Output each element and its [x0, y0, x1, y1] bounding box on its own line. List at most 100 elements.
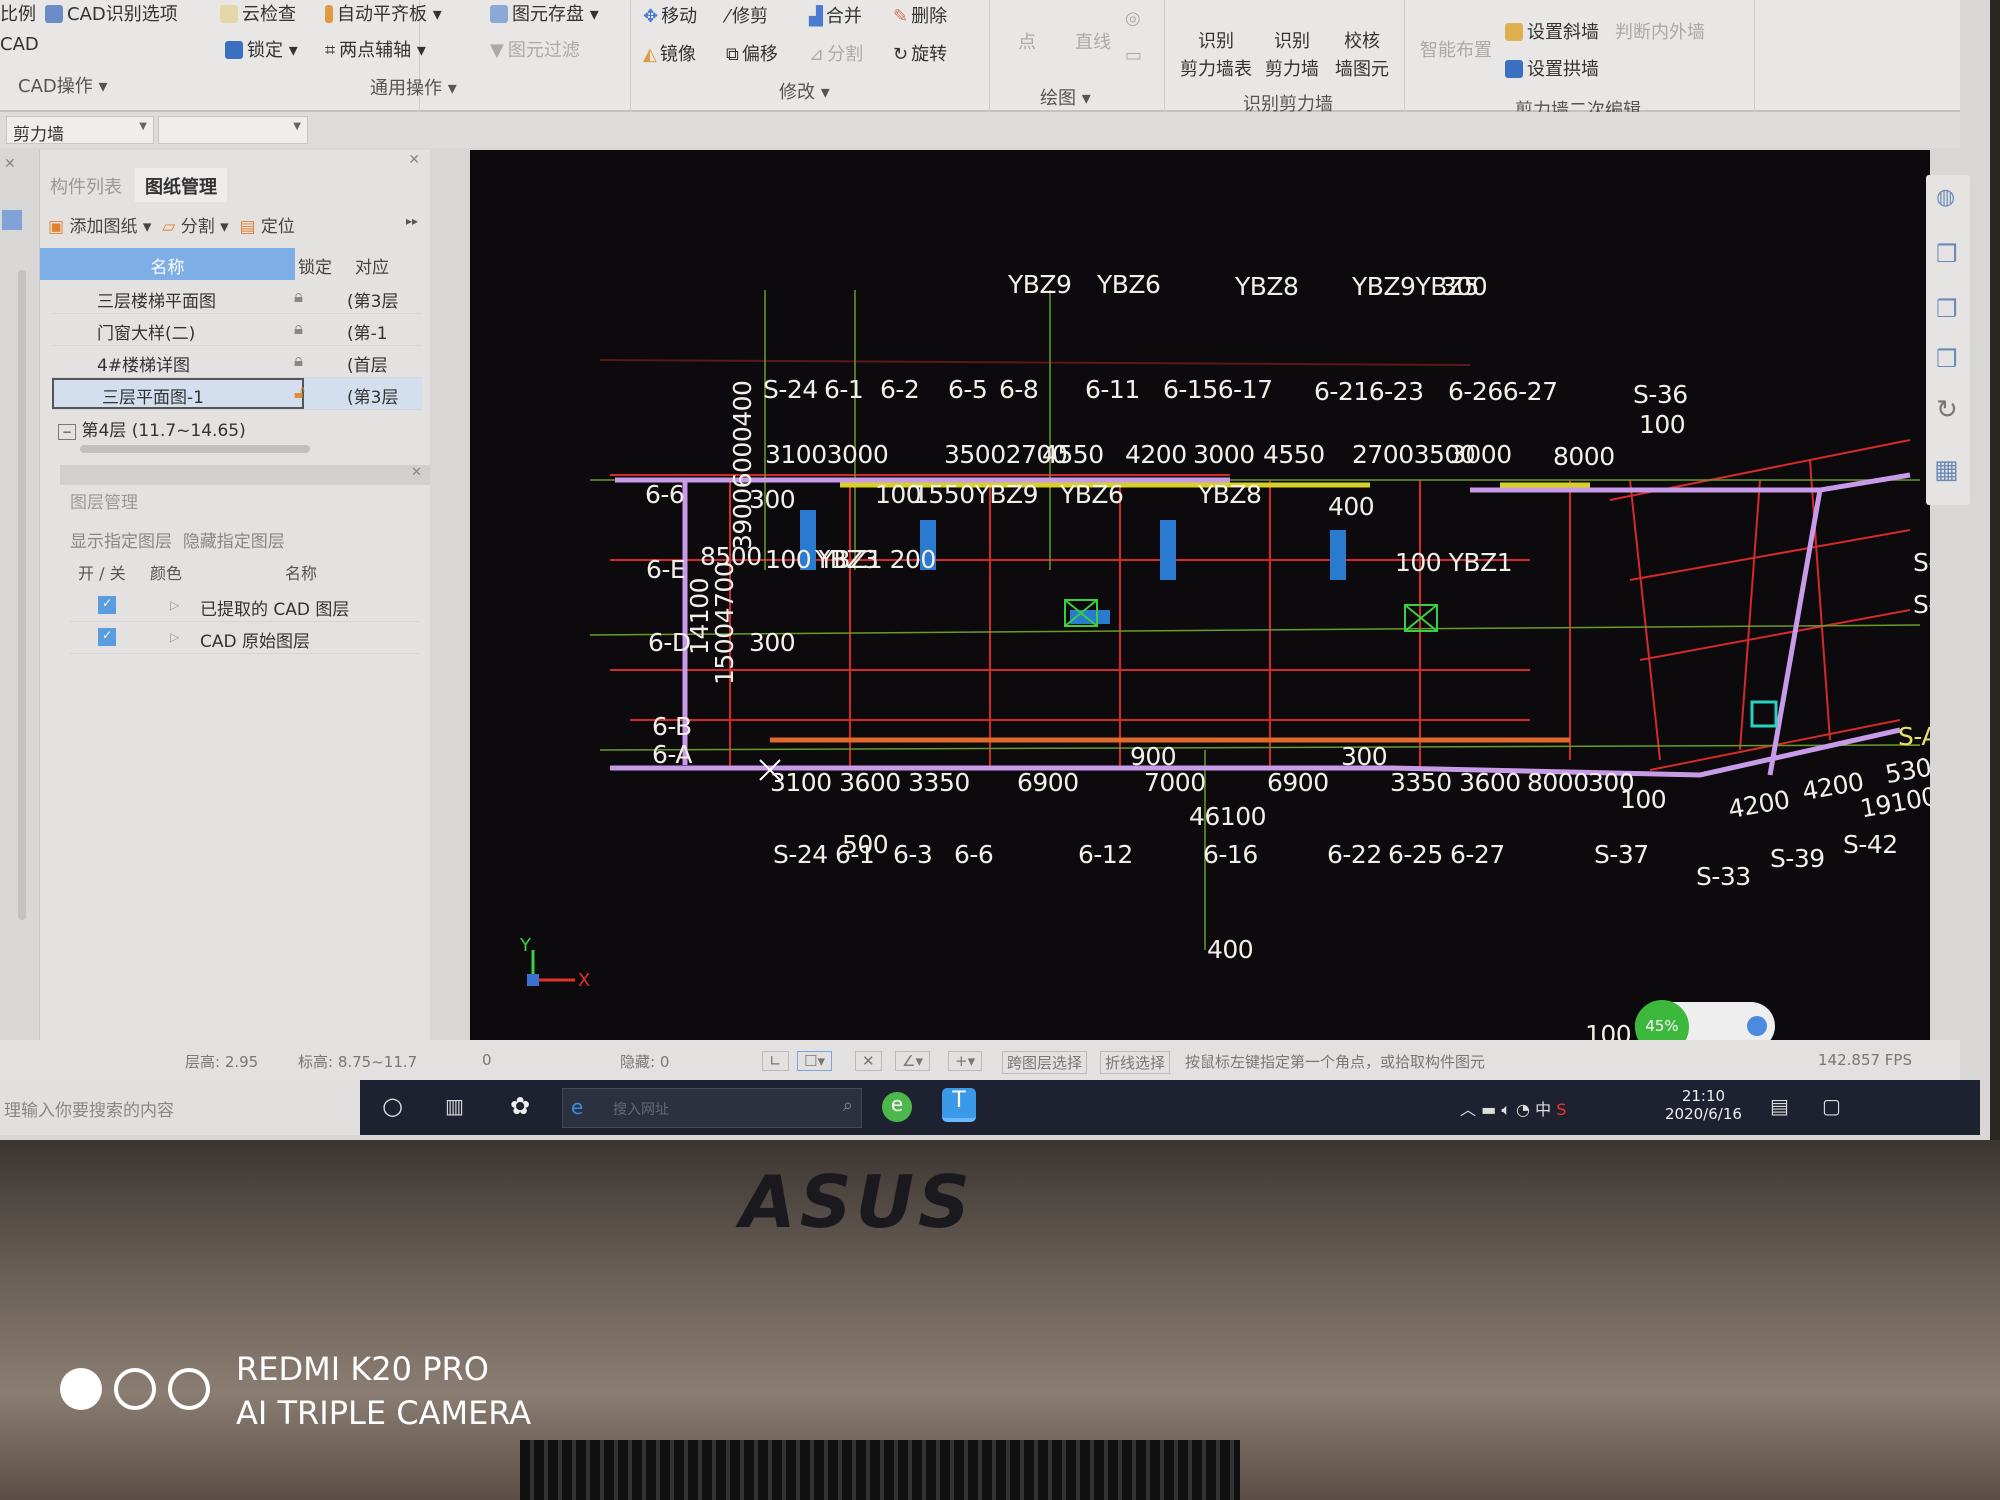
- group-label-general[interactable]: 通用操作 ▾: [370, 74, 457, 100]
- lock-icon[interactable]: 🔒︎: [294, 319, 303, 339]
- expand-icon[interactable]: ▷: [170, 598, 179, 612]
- show-layer-button[interactable]: 显示指定图层: [70, 532, 172, 552]
- h-scrollbar[interactable]: [80, 445, 310, 453]
- ime-indicator[interactable]: 中: [1535, 1100, 1551, 1119]
- floating-widget[interactable]: 45%: [1635, 1000, 1775, 1040]
- group-label-draw[interactable]: 绘图 ▾: [1040, 84, 1091, 110]
- move-button[interactable]: ✥ 移动: [643, 2, 697, 28]
- table-row-selected[interactable]: 三层平面图-1 🔓︎ (第3层: [52, 378, 422, 410]
- cad-canvas[interactable]: YBZ9 YBZ6 YBZ8 YBZ9YBZ5 300 S-24 6-1 6-2 6-5 6-8 6…: [470, 150, 1930, 1040]
- progress-badge[interactable]: 45%: [1635, 1000, 1689, 1040]
- check-wall-button[interactable]: 校核 墙图元: [1335, 28, 1389, 84]
- panel-icon[interactable]: [2, 210, 22, 230]
- close-icon[interactable]: ✕: [411, 465, 422, 480]
- rotate-view-icon[interactable]: ↻: [1936, 395, 1958, 425]
- rotate-button[interactable]: ↻ 旋转: [893, 40, 947, 66]
- network-icon[interactable]: ◔: [1516, 1100, 1530, 1119]
- cross-toggle[interactable]: ✕: [855, 1051, 882, 1071]
- lock-icon[interactable]: 🔒︎: [294, 351, 303, 371]
- recognize-wall-table-button[interactable]: 识别 剪力墙表: [1180, 28, 1252, 84]
- col-lock[interactable]: 锁定: [298, 253, 332, 278]
- battery-icon[interactable]: ▬: [1481, 1100, 1496, 1119]
- tab-component-list[interactable]: 构件列表: [40, 168, 132, 202]
- search-box[interactable]: 理输入你要搜索的内容: [0, 1080, 360, 1135]
- tree-node-floor4[interactable]: − 第4层 (11.7~14.65): [58, 416, 246, 441]
- notification-icon[interactable]: ▢: [1822, 1094, 1841, 1118]
- cloud-check-button[interactable]: 云检查: [220, 0, 296, 26]
- polyline-select-button[interactable]: 折线选择: [1100, 1051, 1171, 1074]
- collapse-icon[interactable]: −: [58, 424, 77, 440]
- lock-icon[interactable]: 🔒︎: [294, 287, 303, 307]
- layout-icon[interactable]: ▦: [1934, 455, 1959, 485]
- smart-place-button[interactable]: 智能布置: [1420, 36, 1492, 62]
- table-row[interactable]: 门窗大样(二) 🔒︎ (第-1: [52, 314, 422, 346]
- cube-top-icon[interactable]: ❒: [1936, 295, 1958, 323]
- save-element-button[interactable]: 图元存盘 ▾: [490, 0, 599, 26]
- search-icon[interactable]: ⌕: [843, 1095, 853, 1116]
- lock-button[interactable]: 锁定 ▾: [225, 36, 298, 62]
- layer-row[interactable]: ✓ ▷ 已提取的 CAD 图层: [70, 590, 420, 622]
- add-drawing-button[interactable]: ▣ 添加图纸 ▾: [48, 217, 151, 237]
- element-filter-button[interactable]: ▼ 图元过滤: [490, 36, 580, 62]
- close-icon[interactable]: ✕: [4, 156, 16, 172]
- element-select[interactable]: ▼: [158, 116, 308, 144]
- tab-drawing-management[interactable]: 图纸管理: [135, 168, 227, 202]
- split-drawing-button[interactable]: ▱ 分割 ▾: [162, 217, 228, 237]
- delete-button[interactable]: ✎ 删除: [893, 2, 947, 28]
- offset-button[interactable]: ⧉ 偏移: [726, 40, 778, 66]
- task-view-icon[interactable]: ▥: [445, 1094, 464, 1118]
- glodon-app-icon[interactable]: T: [942, 1088, 976, 1122]
- sogou-icon[interactable]: S: [1556, 1100, 1566, 1119]
- close-icon[interactable]: ✕: [408, 152, 420, 168]
- volume-icon[interactable]: 🔈︎: [1501, 1100, 1511, 1119]
- set-arch-wall-button[interactable]: 设置拱墙: [1505, 55, 1599, 81]
- ribbon-cad[interactable]: CAD: [0, 34, 39, 55]
- checkbox-checked[interactable]: ✓: [98, 596, 116, 614]
- col-name[interactable]: 名称: [40, 248, 295, 280]
- table-row[interactable]: 三层楼梯平面图 🔒︎ (第3层: [52, 282, 422, 314]
- table-row[interactable]: 4#楼梯详图 🔒︎ (首层: [52, 346, 422, 378]
- circle-icon[interactable]: ◎: [1125, 8, 1141, 29]
- set-slant-wall-button[interactable]: 设置斜墙: [1505, 18, 1599, 44]
- expand-icon[interactable]: ▷: [170, 630, 179, 644]
- trim-button[interactable]: ⁄ 修剪: [726, 2, 768, 28]
- mirror-button[interactable]: ◭ 镜像: [643, 40, 696, 66]
- hide-layer-button[interactable]: 隐藏指定图层: [183, 532, 285, 552]
- rect-icon[interactable]: ▭: [1125, 45, 1142, 66]
- element-type-select[interactable]: 剪力墙 ▼: [6, 116, 154, 145]
- chevron-up-icon[interactable]: ︿: [1460, 1100, 1476, 1119]
- more-icon[interactable]: ▸▸: [406, 214, 418, 228]
- unlock-icon[interactable]: 🔓︎: [294, 383, 305, 403]
- browser-search-box[interactable]: e 搜入网址 ⌕: [562, 1088, 862, 1128]
- clock[interactable]: 21:10 2020/6/16: [1665, 1087, 1742, 1123]
- snap-toggle[interactable]: +▾: [948, 1051, 983, 1071]
- checkbox-checked[interactable]: ✓: [98, 628, 116, 646]
- group-label-modify[interactable]: 修改 ▾: [779, 78, 830, 104]
- cross-layer-select-button[interactable]: 跨图层选择: [1002, 1051, 1088, 1074]
- select-mode-toggle[interactable]: ☐▾: [797, 1051, 832, 1071]
- merge-button[interactable]: ▟ 合并: [809, 2, 862, 28]
- widget-icon[interactable]: [1747, 1016, 1767, 1036]
- notes-icon[interactable]: ▤: [1770, 1094, 1789, 1118]
- view-orbit-icon[interactable]: ◍: [1936, 185, 1955, 210]
- split-button[interactable]: ⊿ 分割: [809, 40, 863, 66]
- angle-toggle[interactable]: ∠▾: [895, 1051, 930, 1071]
- line-button[interactable]: 直线: [1075, 28, 1111, 54]
- app-pinwheel-icon[interactable]: ✿: [510, 1092, 530, 1120]
- ribbon-cad-recog-options[interactable]: CAD识别选项: [45, 0, 178, 26]
- cube-side-icon[interactable]: ❒: [1936, 345, 1958, 373]
- ortho-toggle[interactable]: ∟: [762, 1051, 789, 1071]
- scrollbar[interactable]: [18, 270, 26, 920]
- layer-row[interactable]: ✓ ▷ CAD 原始图层: [70, 622, 420, 654]
- cortana-icon[interactable]: ○: [382, 1092, 403, 1120]
- ribbon-scale[interactable]: 比例: [0, 0, 36, 26]
- point-button[interactable]: 点: [1018, 28, 1036, 54]
- browser-360-icon[interactable]: e: [882, 1092, 912, 1122]
- cube-view-icon[interactable]: ❒: [1936, 240, 1958, 268]
- col-mapping[interactable]: 对应: [355, 253, 389, 278]
- two-point-axis-button[interactable]: ⌗ 两点辅轴 ▾: [325, 36, 426, 62]
- recognize-wall-button[interactable]: 识别 剪力墙: [1265, 28, 1319, 84]
- auto-align-slab-button[interactable]: 自动平齐板 ▾: [325, 0, 442, 26]
- group-label-cad-ops[interactable]: CAD操作 ▾: [18, 72, 108, 98]
- inner-outer-wall-button[interactable]: 判断内外墙: [1615, 18, 1705, 44]
